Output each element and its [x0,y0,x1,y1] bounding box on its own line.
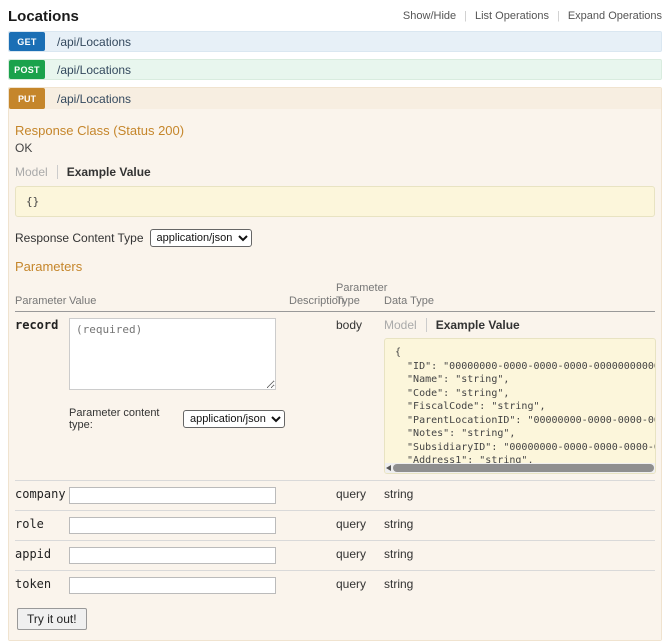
http-method-badge-post: POST [9,60,45,79]
try-it-out-button[interactable]: Try it out! [17,608,87,630]
scrollbar-thumb[interactable] [393,464,654,472]
col-header-parameter-type: Parameter Type [336,278,384,312]
link-separator: | [464,10,467,22]
company-input[interactable] [69,487,276,504]
param-name-company: company [15,481,69,511]
param-type-token: query [336,571,384,601]
response-example-box: {} [15,186,655,217]
param-datatype-role: string [384,511,655,541]
token-input[interactable] [69,577,276,594]
param-description-record [289,312,336,481]
response-content-type-row: Response Content Type application/json [15,229,655,247]
parameters-table: Parameter Value Description Parameter Ty… [15,278,655,600]
param-description-appid [289,541,336,571]
parameters-header-row: Parameter Value Description Parameter Ty… [15,278,655,312]
param-datatype-appid: string [384,541,655,571]
col-header-parameter: Parameter [15,278,69,312]
page-title: Locations [8,8,79,25]
link-separator: | [557,10,560,22]
horizontal-scrollbar[interactable] [385,463,655,473]
appid-input[interactable] [69,547,276,564]
param-row-company: company query string [15,481,655,511]
parameter-content-type-row: Parameter content type: application/json [69,407,285,431]
param-row-token: token query string [15,571,655,601]
response-model-tabs: Model Example Value [15,165,655,179]
col-header-value: Value [69,278,289,312]
record-example-json-clip: { "ID": "00000000-0000-0000-0000-0000000… [385,339,655,463]
param-type-role: query [336,511,384,541]
parameter-content-type-select[interactable]: application/json [183,410,285,428]
col-header-data-type: Data Type [384,278,655,312]
record-example-json-box: { "ID": "00000000-0000-0000-0000-0000000… [384,338,656,474]
tab-model[interactable]: Model [384,318,427,332]
http-method-badge-get: GET [9,32,45,51]
param-row-role: role query string [15,511,655,541]
record-body-textarea[interactable] [69,318,276,390]
parameters-heading: Parameters [15,259,655,274]
col-header-description: Description [289,278,336,312]
parameter-content-type-label: Parameter content type: [69,407,177,431]
param-description-role [289,511,336,541]
record-model-tabs: Model Example Value [384,318,651,332]
tab-model[interactable]: Model [15,165,58,179]
param-type-company: query [336,481,384,511]
endpoint-row-put[interactable]: PUT /api/Locations [9,88,661,109]
param-name-record: record [15,312,69,481]
tab-example-value[interactable]: Example Value [427,318,520,332]
endpoint-path-get[interactable]: /api/Locations [57,32,131,51]
param-description-company [289,481,336,511]
param-value-cell-record: Parameter content type: application/json [69,312,289,481]
resource-header: Locations Show/Hide | List Operations | … [8,5,662,27]
list-operations-link[interactable]: List Operations [475,10,549,22]
param-datatype-company: string [384,481,655,511]
endpoint-block-put: PUT /api/Locations Response Class (Statu… [8,87,662,641]
response-content-type-label: Response Content Type [15,231,144,245]
record-example-json: { "ID": "00000000-0000-0000-0000-0000000… [395,346,655,463]
put-operation-details: Response Class (Status 200) OK Model Exa… [9,109,661,640]
param-row-appid: appid query string [15,541,655,571]
resource-header-links: Show/Hide | List Operations | Expand Ope… [403,10,662,22]
tab-example-value[interactable]: Example Value [58,165,151,179]
param-description-token [289,571,336,601]
swagger-resource-locations: Locations Show/Hide | List Operations | … [0,0,670,641]
endpoint-path-put[interactable]: /api/Locations [57,88,131,109]
endpoint-row-post[interactable]: POST /api/Locations [8,59,662,80]
param-type-appid: query [336,541,384,571]
param-name-appid: appid [15,541,69,571]
http-method-badge-put: PUT [9,88,45,109]
response-status-text: OK [15,141,655,155]
param-name-token: token [15,571,69,601]
endpoint-path-post[interactable]: /api/Locations [57,60,131,79]
param-name-role: role [15,511,69,541]
expand-operations-link[interactable]: Expand Operations [568,10,662,22]
param-row-record: record Parameter content type: applicati… [15,312,655,481]
endpoint-row-get[interactable]: GET /api/Locations [8,31,662,52]
scroll-left-arrow-icon[interactable] [386,465,391,471]
response-content-type-select[interactable]: application/json [150,229,252,247]
param-datatype-record: Model Example Value { "ID": "00000000-00… [384,312,655,481]
show-hide-link[interactable]: Show/Hide [403,10,456,22]
param-type-record: body [336,312,384,481]
param-datatype-token: string [384,571,655,601]
role-input[interactable] [69,517,276,534]
response-class-heading: Response Class (Status 200) [15,123,655,138]
